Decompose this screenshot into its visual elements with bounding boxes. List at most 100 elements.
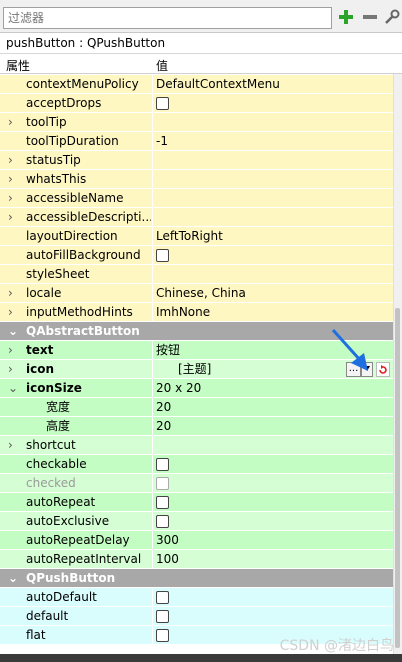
plus-icon[interactable] — [337, 8, 355, 26]
property-name: autoExclusive — [26, 514, 110, 528]
minus-icon[interactable] — [361, 8, 379, 26]
wrench-icon[interactable] — [383, 8, 401, 26]
property-value[interactable]: 20 x 20 — [156, 379, 346, 397]
reset-arrow-icon — [379, 365, 387, 374]
property-row[interactable]: autoRepeat — [0, 493, 402, 512]
property-name: styleSheet — [26, 267, 90, 281]
property-row[interactable]: › accessibleName — [0, 189, 402, 208]
property-row[interactable]: default — [0, 607, 402, 626]
property-checkbox[interactable] — [156, 629, 169, 642]
chevron-right-icon[interactable]: › — [8, 189, 18, 207]
property-checkbox[interactable] — [156, 591, 169, 604]
property-name: icon — [26, 362, 55, 376]
property-name: autoRepeat — [26, 495, 96, 509]
chevron-down-icon[interactable]: ⌄ — [8, 379, 18, 397]
property-row[interactable]: ⌄ iconSize 20 x 20 — [0, 379, 402, 398]
property-value[interactable]: -1 — [156, 132, 346, 150]
property-name: checked — [26, 476, 76, 490]
property-checkbox[interactable] — [156, 97, 169, 110]
property-name: statusTip — [26, 153, 81, 167]
scrollbar-thumb[interactable] — [395, 308, 400, 648]
section-title: QAbstractButton — [26, 324, 140, 338]
property-checkbox[interactable] — [156, 458, 169, 471]
property-name: autoDefault — [26, 590, 97, 604]
property-value[interactable]: ImhNone — [156, 303, 346, 321]
watermark: CSDN @渚边白鸟 — [279, 638, 394, 654]
chevron-right-icon[interactable]: › — [8, 284, 18, 302]
property-checkbox[interactable] — [156, 249, 169, 262]
chevron-right-icon[interactable]: › — [8, 341, 18, 359]
property-row[interactable]: 高度 20 — [0, 417, 402, 436]
property-column-header: 属性 — [6, 59, 31, 73]
chevron-right-icon[interactable]: › — [8, 151, 18, 169]
property-value[interactable]: 按钮 — [156, 341, 346, 359]
value-column-header: 值 — [156, 59, 169, 73]
property-checkbox — [156, 477, 169, 490]
property-row[interactable]: › toolTip — [0, 113, 402, 132]
property-value[interactable]: 100 — [156, 550, 346, 568]
property-name: toolTipDuration — [26, 134, 119, 148]
bottom-strip — [0, 654, 402, 662]
chevron-down-icon[interactable]: ⌄ — [8, 569, 18, 587]
property-row[interactable]: toolTipDuration -1 — [0, 132, 402, 151]
property-name: autoFillBackground — [26, 248, 141, 262]
property-name: contextMenuPolicy — [26, 77, 139, 91]
reset-button[interactable] — [376, 362, 390, 377]
annotation-arrow-icon — [331, 328, 368, 371]
property-name: toolTip — [26, 115, 67, 129]
property-row[interactable]: checkable — [0, 455, 402, 474]
chevron-right-icon[interactable]: › — [8, 360, 18, 378]
property-value[interactable]: LeftToRight — [156, 227, 346, 245]
property-name: acceptDrops — [26, 96, 102, 110]
chevron-right-icon[interactable]: › — [8, 436, 18, 454]
property-name: whatsThis — [26, 172, 87, 186]
property-name: checkable — [26, 457, 87, 471]
property-row[interactable]: autoFillBackground — [0, 246, 402, 265]
property-row[interactable]: autoRepeatInterval 100 — [0, 550, 402, 569]
property-row[interactable]: › accessibleDescripti... — [0, 208, 402, 227]
chevron-right-icon[interactable]: › — [8, 113, 18, 131]
chevron-right-icon[interactable]: › — [8, 170, 18, 188]
property-row: checked — [0, 474, 402, 493]
property-value[interactable]: 20 — [156, 417, 346, 435]
property-checkbox[interactable] — [156, 515, 169, 528]
property-row[interactable]: layoutDirection LeftToRight — [0, 227, 402, 246]
property-row[interactable]: › whatsThis — [0, 170, 402, 189]
property-value[interactable]: [主题] — [178, 360, 338, 378]
chevron-right-icon[interactable]: › — [8, 303, 18, 321]
property-row[interactable]: autoRepeatDelay 300 — [0, 531, 402, 550]
property-row[interactable]: autoExclusive — [0, 512, 402, 531]
property-row[interactable]: › shortcut — [0, 436, 402, 455]
property-name: flat — [26, 628, 46, 642]
property-row[interactable]: › locale Chinese, China — [0, 284, 402, 303]
property-name: text — [26, 343, 54, 357]
property-name: inputMethodHints — [26, 305, 133, 319]
property-row[interactable]: › inputMethodHints ImhNone — [0, 303, 402, 322]
property-name: shortcut — [26, 438, 76, 452]
section-header-qpushbutton[interactable]: ⌄ QPushButton — [0, 569, 402, 588]
property-header: 属性 值 — [0, 54, 402, 74]
property-value[interactable]: 300 — [156, 531, 346, 549]
object-label: pushButton : QPushButton — [0, 33, 402, 54]
property-row[interactable]: autoDefault — [0, 588, 402, 607]
property-name: layoutDirection — [26, 229, 118, 243]
property-value[interactable]: Chinese, China — [156, 284, 346, 302]
property-row[interactable]: styleSheet — [0, 265, 402, 284]
property-checkbox[interactable] — [156, 610, 169, 623]
chevron-right-icon[interactable]: › — [8, 208, 18, 226]
section-title: QPushButton — [26, 571, 116, 585]
filter-input[interactable] — [3, 7, 332, 29]
chevron-down-icon[interactable]: ⌄ — [8, 322, 18, 340]
property-value[interactable]: DefaultContextMenu — [156, 75, 346, 93]
property-value[interactable]: 20 — [156, 398, 346, 416]
property-name: autoRepeatDelay — [26, 533, 130, 547]
property-row[interactable]: › statusTip — [0, 151, 402, 170]
property-name: locale — [26, 286, 62, 300]
property-row[interactable]: acceptDrops — [0, 94, 402, 113]
property-checkbox[interactable] — [156, 496, 169, 509]
property-row[interactable]: contextMenuPolicy DefaultContextMenu — [0, 75, 402, 94]
property-name: default — [26, 609, 69, 623]
filter-bar — [0, 0, 402, 33]
property-row[interactable]: 宽度 20 — [0, 398, 402, 417]
property-name: accessibleDescripti... — [26, 210, 151, 224]
